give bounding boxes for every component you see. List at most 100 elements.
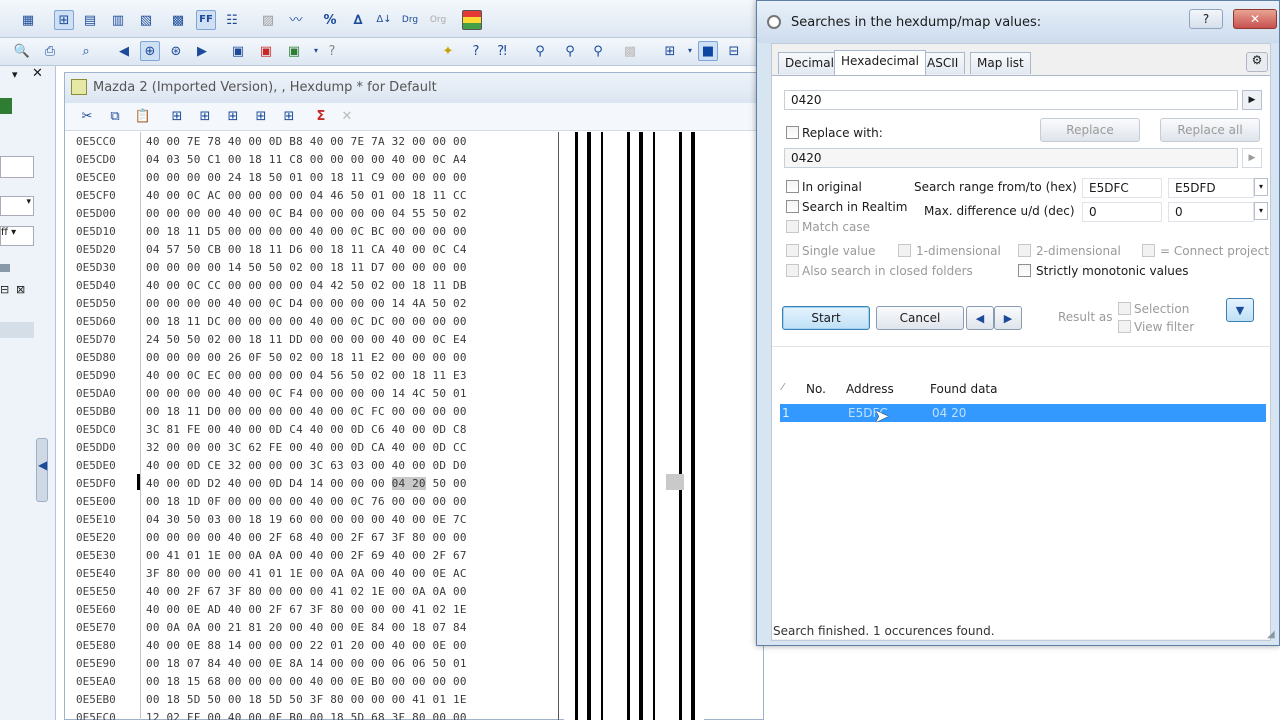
print-icon[interactable]: ⎙	[40, 41, 60, 61]
also-search-checkbox[interactable]	[786, 264, 799, 277]
hex-bytes[interactable]: 00 0A 0A 00 21 81 20 00 40 00 0E 84 00 1…	[146, 621, 556, 634]
hex-bytes[interactable]: 00 18 07 84 40 00 0E 8A 14 00 00 00 06 0…	[146, 657, 556, 670]
hex-bytes[interactable]: 00 41 01 1E 00 0A 0A 00 40 00 2F 69 40 0…	[146, 549, 556, 562]
result-dropdown-icon[interactable]: ▼	[1226, 298, 1254, 322]
hex-row[interactable]: 0E5D90 40 00 0C EC 00 00 00 00 04 56 50 0…	[76, 366, 556, 384]
hex-mode-icon[interactable]: FF	[196, 10, 216, 30]
hex-bytes[interactable]: 04 30 50 03 00 18 19 60 00 00 00 00 40 0…	[146, 513, 556, 526]
grid-icon[interactable]: ▦	[18, 10, 38, 30]
search-realtime-checkbox[interactable]	[786, 200, 799, 213]
replace-go-button[interactable]: ▶	[1242, 148, 1262, 168]
hex-row[interactable]: 0E5E70 00 0A 0A 00 21 81 20 00 40 00 0E 8…	[76, 618, 556, 636]
hex-row[interactable]: 0E5DC0 3C 81 FE 00 40 00 0D C4 40 00 0D C…	[76, 420, 556, 438]
delta-icon[interactable]: ∆	[348, 10, 368, 30]
hex-bytes[interactable]: 00 00 00 00 24 18 50 01 00 18 11 C9 00 0…	[146, 171, 556, 184]
replace-all-button[interactable]: Replace all	[1160, 118, 1260, 142]
settings-icon[interactable]: ⚙	[1246, 52, 1268, 72]
hex-row[interactable]: 0E5DE0 40 00 0D CE 32 00 00 00 3C 63 03 0…	[76, 456, 556, 474]
window-icon[interactable]: ■	[698, 41, 718, 61]
help-question-icon[interactable]: ?	[322, 41, 342, 61]
add-map-5-icon[interactable]: ⊞	[279, 106, 299, 126]
max-diff-dropdown-icon[interactable]: ▾	[1254, 202, 1268, 220]
hex-row[interactable]: 0E5E30 00 41 01 1E 00 0A 0A 00 40 00 2F 6…	[76, 546, 556, 564]
range-dropdown-icon[interactable]: ▾	[1254, 178, 1268, 196]
layout-icon[interactable]: ⊞	[660, 41, 680, 61]
hex-bytes[interactable]: 00 18 15 68 00 00 00 00 40 00 0E B0 00 0…	[146, 675, 556, 688]
hex-row[interactable]: 0E5EC0 12 02 FF 00 40 00 0F B0 00 18 5D 6…	[76, 708, 556, 720]
match-case-checkbox[interactable]	[786, 220, 799, 233]
hex-row[interactable]: 0E5D60 00 18 11 DC 00 00 00 00 40 00 0C D…	[76, 312, 556, 330]
hex-bytes[interactable]: 00 00 00 00 26 0F 50 02 00 18 11 E2 00 0…	[146, 351, 556, 364]
tab-decimal[interactable]: Decimal	[778, 52, 841, 74]
percent-icon[interactable]: %	[320, 10, 340, 30]
replace-button[interactable]: Replace	[1040, 118, 1140, 142]
single-value-checkbox[interactable]	[786, 244, 799, 257]
hex-bytes[interactable]: 00 18 11 DC 00 00 00 00 40 00 0C DC 00 0…	[146, 315, 556, 328]
max-diff-down-input[interactable]: 0	[1168, 202, 1254, 222]
next-result-icon[interactable]: ▶	[994, 306, 1022, 330]
context-help-icon[interactable]: ⁈	[492, 41, 512, 61]
add-map-3-icon[interactable]: ⊞	[223, 106, 243, 126]
hex-bytes[interactable]: 40 00 0E 88 14 00 00 00 22 01 20 00 40 0…	[146, 639, 556, 652]
map-search-icon[interactable]: ⊕	[140, 41, 160, 61]
hex-row[interactable]: 0E5CD0 04 03 50 C1 00 18 11 C8 00 00 00 0…	[76, 150, 556, 168]
tab-map-list[interactable]: Map list	[970, 52, 1031, 74]
hex-row[interactable]: 0E5E60 40 00 0E AD 40 00 2F 67 3F 80 00 0…	[76, 600, 556, 618]
chart-2-icon[interactable]: ⚲	[560, 41, 580, 61]
max-diff-up-input[interactable]: 0	[1082, 202, 1162, 222]
clear-icon[interactable]: ✕	[337, 106, 357, 126]
sum-icon[interactable]: Σ	[311, 106, 331, 126]
resize-grip-icon[interactable]: ◢	[1267, 629, 1275, 640]
hex-row[interactable]: 0E5E80 40 00 0E 88 14 00 00 00 22 01 20 0…	[76, 636, 556, 654]
next-icon[interactable]: ▶	[192, 41, 212, 61]
hex-bytes[interactable]: 00 18 11 D0 00 00 00 00 40 00 0C FC 00 0…	[146, 405, 556, 418]
paste-icon[interactable]: 📋	[133, 106, 153, 126]
hex-row[interactable]: 0E5D40 40 00 0C CC 00 00 00 00 04 42 50 0…	[76, 276, 556, 294]
connect-project-checkbox[interactable]	[1142, 244, 1155, 257]
map-green-icon[interactable]: ▣	[284, 41, 304, 61]
hex-bytes[interactable]: 40 00 0C EC 00 00 00 00 04 56 50 02 00 1…	[146, 369, 556, 382]
panel-combo-1[interactable]: ▾	[0, 196, 34, 216]
panel-grid-icon[interactable]: ⊟	[0, 283, 9, 296]
hex-row[interactable]: 0E5E40 3F 80 00 00 00 41 01 1E 00 0A 0A 0…	[76, 564, 556, 582]
wand-icon[interactable]: ✦	[438, 41, 458, 61]
results-header-no[interactable]: No.	[806, 382, 826, 396]
hex-bytes[interactable]: 04 03 50 C1 00 18 11 C8 00 00 00 00 40 0…	[146, 153, 556, 166]
hex-bytes[interactable]: 40 00 0D CE 32 00 00 00 3C 63 03 00 40 0…	[146, 459, 556, 472]
original-gray-icon[interactable]: Org	[428, 10, 448, 30]
in-original-checkbox[interactable]	[786, 180, 799, 193]
search-map-icon[interactable]: ⌕	[76, 41, 96, 61]
view-compare-icon[interactable]: ▩	[168, 10, 188, 30]
results-header-found-data[interactable]: Found data	[930, 382, 998, 396]
panel-pin-icon[interactable]: ▾	[12, 68, 18, 81]
hex-bytes[interactable]: 40 00 7E 78 40 00 0D B8 40 00 7E 7A 32 0…	[146, 135, 556, 148]
color-palette-icon[interactable]	[462, 10, 482, 30]
hex-row[interactable]: 0E5D30 00 00 00 00 14 50 50 02 00 18 11 D…	[76, 258, 556, 276]
hex-row[interactable]: 0E5E20 00 00 00 00 40 00 2F 68 40 00 2F 6…	[76, 528, 556, 546]
hex-bytes[interactable]: 3F 80 00 00 00 41 01 1E 00 0A 0A 00 40 0…	[146, 567, 556, 580]
layout-dropdown-icon[interactable]: ▾	[680, 41, 700, 61]
hex-bytes[interactable]: 32 00 00 00 3C 62 FE 00 40 00 0D CA 40 0…	[146, 441, 556, 454]
copy-icon[interactable]: ⧉	[105, 106, 125, 126]
data-icon[interactable]: ▨	[258, 10, 278, 30]
original-diff-icon[interactable]: Drg	[400, 10, 420, 30]
hex-bytes[interactable]: 40 00 2F 67 3F 80 00 00 00 41 02 1E 00 0…	[146, 585, 556, 598]
cancel-button[interactable]: Cancel	[876, 306, 964, 330]
dialog-close-button[interactable]: ✕	[1233, 9, 1277, 29]
hex-row[interactable]: 0E5DF0 40 00 0D D2 40 00 0D D4 14 00 00 0…	[76, 474, 556, 492]
one-dimensional-checkbox[interactable]	[898, 244, 911, 257]
hex-row[interactable]: 0E5D00 00 00 00 00 40 00 0C B4 00 00 00 0…	[76, 204, 556, 222]
replace-checkbox[interactable]	[786, 126, 799, 139]
range-from-input[interactable]: E5DFC	[1082, 178, 1162, 198]
hex-row[interactable]: 0E5EB0 00 18 5D 50 00 18 5D 50 3F 80 00 0…	[76, 690, 556, 708]
table-mode-icon[interactable]: ☷	[222, 10, 242, 30]
view-ordered-icon[interactable]: ▧	[136, 10, 156, 30]
hex-row[interactable]: 0E5D80 00 00 00 00 26 0F 50 02 00 18 11 E…	[76, 348, 556, 366]
two-dimensional-checkbox[interactable]	[1018, 244, 1031, 257]
hex-bytes[interactable]: 40 00 0C AC 00 00 00 00 04 46 50 01 00 1…	[146, 189, 556, 202]
hex-bytes[interactable]: 40 00 0E AD 40 00 2F 67 3F 80 00 00 00 4…	[146, 603, 556, 616]
hex-bytes[interactable]: 00 00 00 00 14 50 50 02 00 18 11 D7 00 0…	[146, 261, 556, 274]
map-search-next-icon[interactable]: ⊛	[166, 41, 186, 61]
panel-close-icon[interactable]: ✕	[32, 66, 43, 81]
hex-row[interactable]: 0E5D70 24 50 50 02 00 18 11 DD 00 00 00 0…	[76, 330, 556, 348]
